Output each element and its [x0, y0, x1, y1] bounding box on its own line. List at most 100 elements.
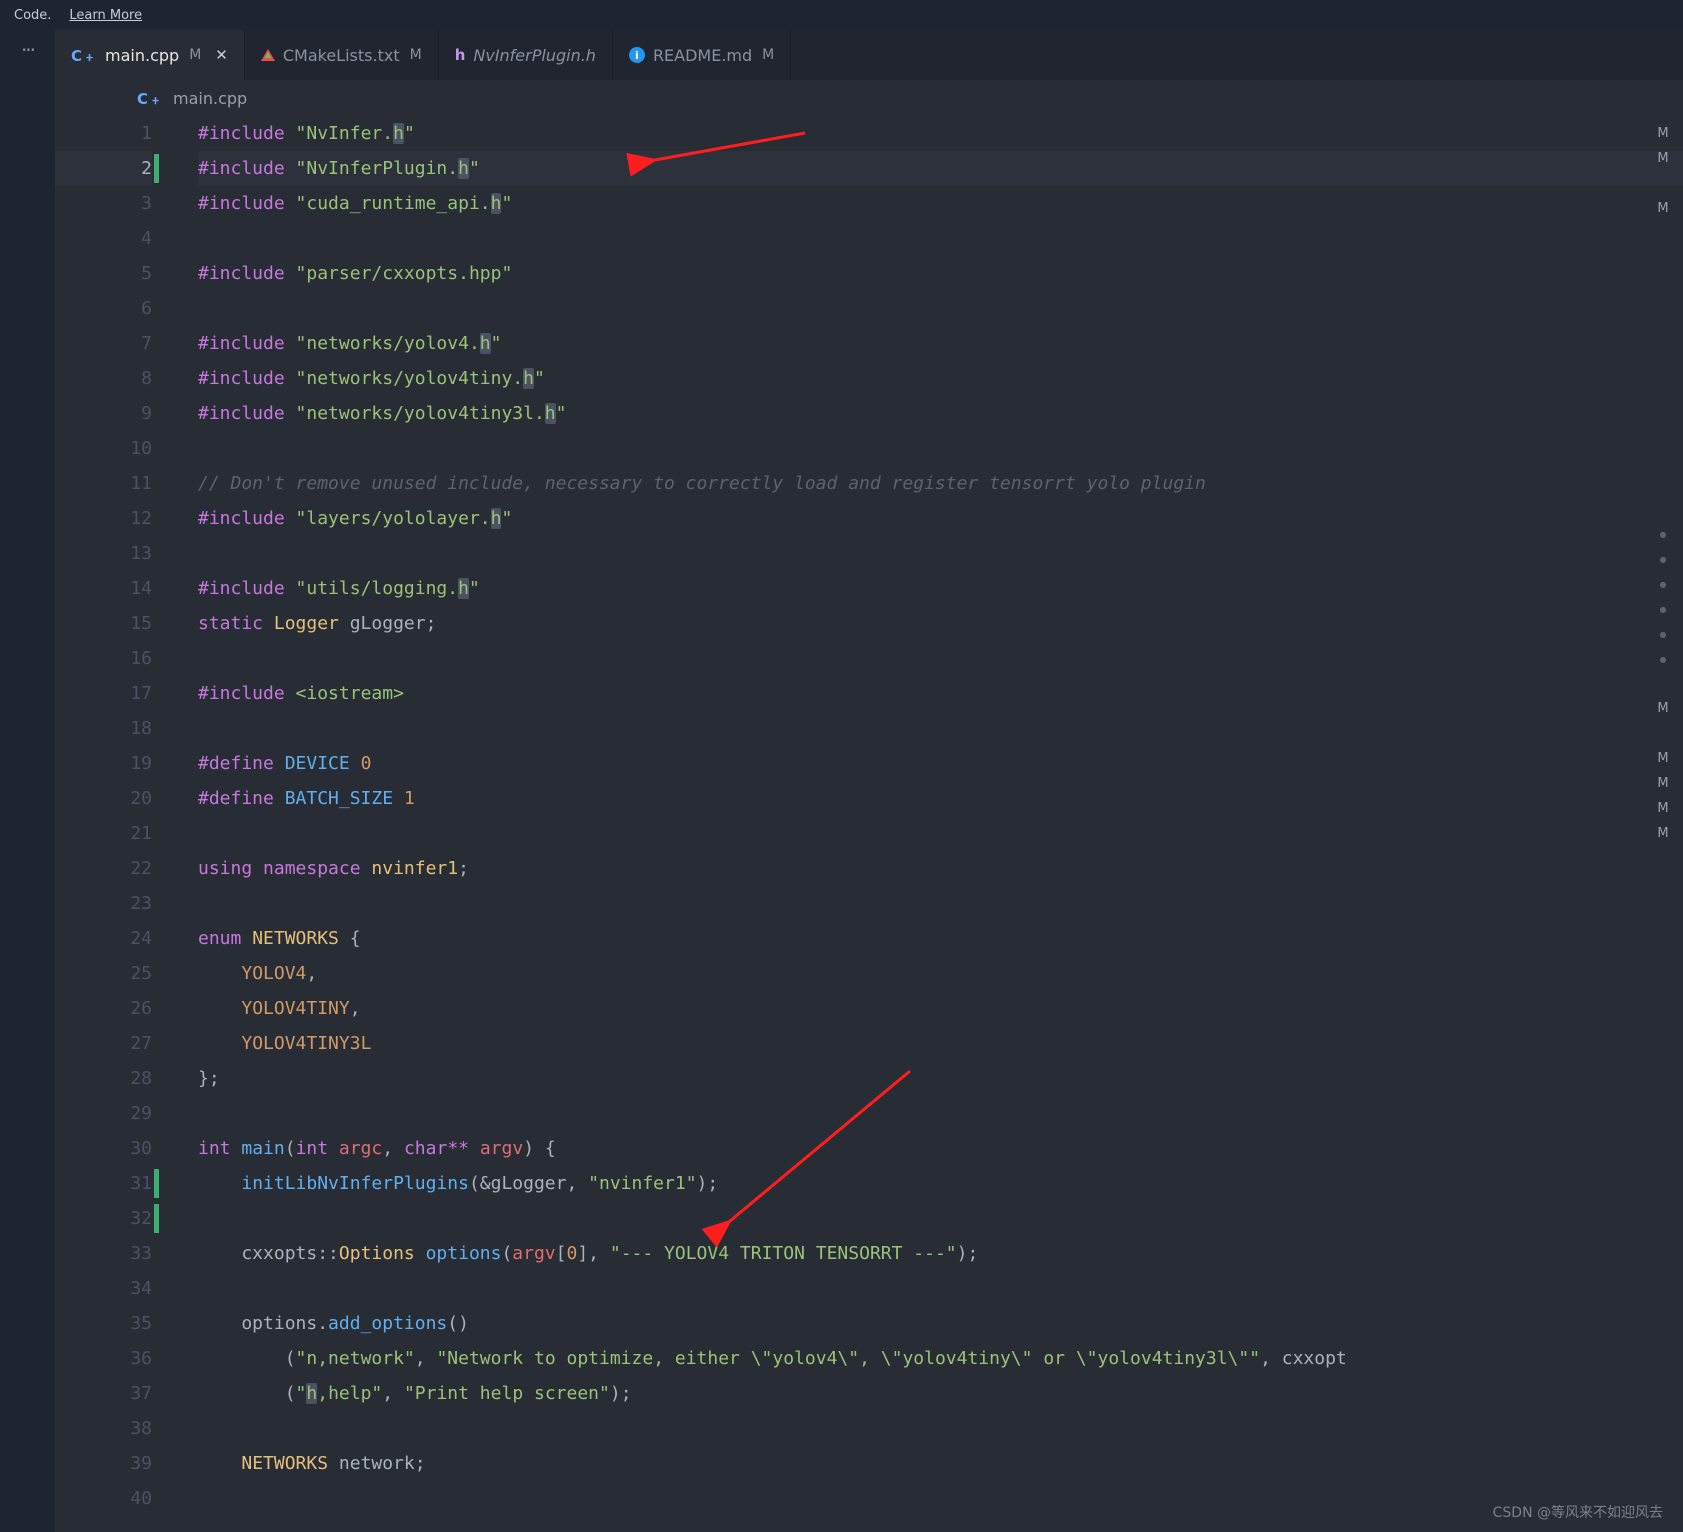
code-line[interactable]: YOLOV4,: [198, 956, 1683, 991]
line-number: 18: [55, 711, 152, 746]
line-number: 29: [55, 1096, 152, 1131]
code-line[interactable]: #include <iostream>: [198, 676, 1683, 711]
overview-mark: [1643, 276, 1683, 300]
modified-indicator: M: [189, 47, 201, 63]
overview-mark: [1643, 451, 1683, 475]
overview-mark: M: [1643, 126, 1683, 150]
tab-filename: CMakeLists.txt: [283, 46, 400, 65]
line-number: 8: [55, 361, 152, 396]
more-actions-icon[interactable]: ···: [21, 38, 34, 62]
line-number: 28: [55, 1061, 152, 1096]
editor-tab-NvInferPlugin-h[interactable]: hNvInferPlugin.h: [439, 30, 613, 80]
overview-mark: [1643, 576, 1683, 600]
code-line[interactable]: [198, 1481, 1683, 1516]
overview-mark: [1643, 726, 1683, 750]
line-number: 23: [55, 886, 152, 921]
code-line[interactable]: ("n,network", "Network to optimize, eith…: [198, 1341, 1683, 1376]
line-number: 21: [55, 816, 152, 851]
code-line[interactable]: #include "utils/logging.h": [198, 571, 1683, 606]
line-number: 19: [55, 746, 152, 781]
line-number: 40: [55, 1481, 152, 1516]
code-line[interactable]: #define BATCH_SIZE 1: [198, 781, 1683, 816]
tab-filename: main.cpp: [105, 46, 179, 65]
code-line[interactable]: YOLOV4TINY,: [198, 991, 1683, 1026]
line-number: 6: [55, 291, 152, 326]
overview-mark: [1643, 226, 1683, 250]
code-line[interactable]: #define DEVICE 0: [198, 746, 1683, 781]
code-line[interactable]: static Logger gLogger;: [198, 606, 1683, 641]
learn-more-link[interactable]: Learn More: [69, 8, 142, 23]
code-line[interactable]: cxxopts::Options options(argv[0], "--- Y…: [198, 1236, 1683, 1271]
code-line[interactable]: [198, 1411, 1683, 1446]
overview-mark: [1643, 676, 1683, 700]
code-line[interactable]: int main(int argc, char** argv) {: [198, 1131, 1683, 1166]
line-number: 32: [55, 1201, 152, 1236]
code-line[interactable]: [198, 536, 1683, 571]
line-number: 27: [55, 1026, 152, 1061]
code-line[interactable]: [198, 816, 1683, 851]
line-number: 31: [55, 1166, 152, 1201]
code-line[interactable]: [198, 886, 1683, 921]
code-line[interactable]: // Don't remove unused include, necessar…: [198, 466, 1683, 501]
code-line[interactable]: #include "networks/yolov4tiny.h": [198, 361, 1683, 396]
line-number: 39: [55, 1446, 152, 1481]
modified-indicator: M: [762, 47, 774, 63]
editor-tab-README-md[interactable]: iREADME.mdM: [613, 30, 791, 80]
cpp-file-icon: C﹢: [71, 45, 97, 66]
line-number: 5: [55, 256, 152, 291]
code-content[interactable]: #include "NvInfer.h"#include "NvInferPlu…: [178, 116, 1683, 1532]
breadcrumb[interactable]: C﹢ main.cpp: [55, 80, 1683, 116]
code-line[interactable]: #include "layers/yololayer.h": [198, 501, 1683, 536]
line-number: 17: [55, 676, 152, 711]
code-line[interactable]: [198, 221, 1683, 256]
editor-tab-CMakeLists-txt[interactable]: CMakeLists.txtM: [245, 30, 439, 80]
line-number: 36: [55, 1341, 152, 1376]
overview-mark: M: [1643, 776, 1683, 800]
code-line[interactable]: [198, 1201, 1683, 1236]
code-line[interactable]: NETWORKS network;: [198, 1446, 1683, 1481]
header-file-icon: h: [455, 46, 466, 64]
code-line[interactable]: [198, 431, 1683, 466]
line-number: 30: [55, 1131, 152, 1166]
line-number: 15: [55, 606, 152, 641]
code-line[interactable]: #include "cuda_runtime_api.h": [198, 186, 1683, 221]
line-number: 1: [55, 116, 152, 151]
overview-mark: [1643, 601, 1683, 625]
line-number: 9: [55, 396, 152, 431]
code-line[interactable]: [198, 1271, 1683, 1306]
overview-mark: [1643, 301, 1683, 325]
line-number: 24: [55, 921, 152, 956]
cmake-file-icon: [261, 49, 275, 61]
code-line[interactable]: [198, 1096, 1683, 1131]
code-line[interactable]: #include "parser/cxxopts.hpp": [198, 256, 1683, 291]
code-line[interactable]: options.add_options(): [198, 1306, 1683, 1341]
code-line[interactable]: [198, 711, 1683, 746]
code-editor[interactable]: 1234567891011121314151617181920212223242…: [55, 116, 1683, 1532]
overview-mark: M: [1643, 701, 1683, 725]
code-line[interactable]: #include "NvInfer.h": [198, 116, 1683, 151]
editor-tab-main-cpp[interactable]: C﹢ main.cpp M ✕: [55, 30, 245, 80]
code-line[interactable]: enum NETWORKS {: [198, 921, 1683, 956]
app-mode-label: Code.: [14, 8, 51, 23]
line-number: 22: [55, 851, 152, 886]
code-line[interactable]: using namespace nvinfer1;: [198, 851, 1683, 886]
code-line[interactable]: YOLOV4TINY3L: [198, 1026, 1683, 1061]
line-number-gutter: 1234567891011121314151617181920212223242…: [55, 116, 178, 1532]
overview-mark: [1643, 426, 1683, 450]
code-line[interactable]: };: [198, 1061, 1683, 1096]
overview-mark: M: [1643, 201, 1683, 225]
overview-ruler[interactable]: MMMMMMMM: [1643, 126, 1683, 850]
code-line[interactable]: #include "networks/yolov4tiny3l.h": [198, 396, 1683, 431]
overview-mark: [1643, 651, 1683, 675]
line-number: 33: [55, 1236, 152, 1271]
code-line[interactable]: #include "NvInferPlugin.h": [198, 151, 1683, 186]
code-line[interactable]: [198, 641, 1683, 676]
editor-area: C﹢main.cppM✕CMakeLists.txtMhNvInferPlugi…: [55, 30, 1683, 1532]
line-number: 16: [55, 641, 152, 676]
code-line[interactable]: [198, 291, 1683, 326]
code-line[interactable]: initLibNvInferPlugins(&gLogger, "nvinfer…: [198, 1166, 1683, 1201]
close-tab-icon[interactable]: ✕: [215, 46, 228, 64]
code-line[interactable]: #include "networks/yolov4.h": [198, 326, 1683, 361]
code-line[interactable]: ("h,help", "Print help screen");: [198, 1376, 1683, 1411]
overview-mark: [1643, 376, 1683, 400]
